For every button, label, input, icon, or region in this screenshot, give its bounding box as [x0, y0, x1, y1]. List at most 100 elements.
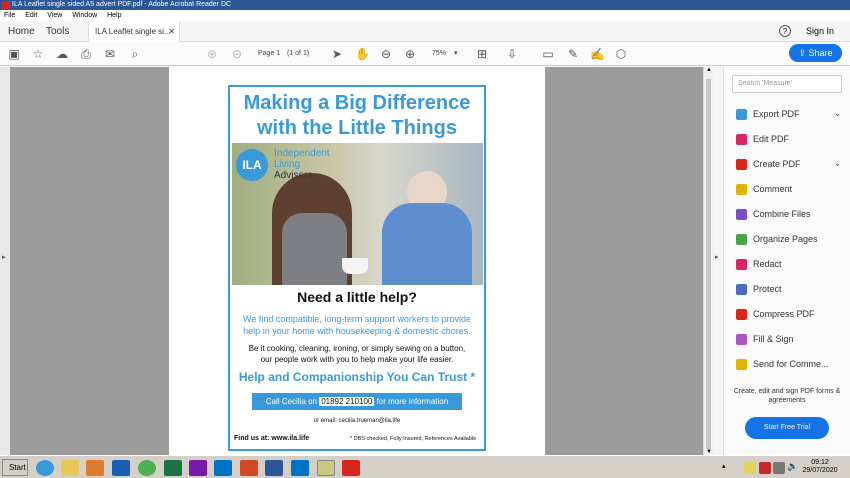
promo-text: Create, edit and sign PDF forms & agreem… — [733, 388, 841, 404]
print-icon[interactable]: ⎙ — [79, 47, 93, 61]
outlook-icon[interactable] — [291, 460, 309, 476]
export-pdf-icon — [736, 109, 747, 121]
tray-expand-icon[interactable]: ▴ — [722, 462, 726, 470]
tool-label: Send for Comme... — [753, 359, 829, 369]
expand-left-icon[interactable]: ▸ — [2, 253, 6, 261]
call-number: 01892 210100 — [319, 397, 375, 406]
sign-in-link[interactable]: Sign In — [806, 26, 834, 36]
tool-comment[interactable]: Comment — [736, 182, 841, 196]
tool-protect[interactable]: Protect — [736, 282, 841, 296]
sign-icon[interactable]: ✍ — [590, 47, 605, 61]
tool-edit-pdf[interactable]: Edit PDF — [736, 132, 841, 146]
ila-logo: ILA — [236, 149, 268, 181]
tool-label: Edit PDF — [753, 134, 790, 144]
search-icon[interactable]: ⌕ — [128, 47, 142, 61]
word-icon[interactable] — [265, 460, 283, 476]
acrobat-app-icon — [2, 1, 10, 9]
black-line-2: our people work with you to help make yo… — [260, 355, 454, 364]
star-icon[interactable]: ☆ — [31, 47, 45, 61]
scroll-mode-icon[interactable]: ⇩ — [505, 47, 519, 61]
select-cursor-icon[interactable]: ➤ — [330, 47, 344, 61]
network-icon[interactable] — [773, 462, 785, 474]
scrollbar-thumb[interactable] — [706, 79, 711, 449]
tray-app-icon[interactable] — [744, 462, 756, 474]
main-toolbar: ▣ ☆ ☁ ⎙ ✉ ⌕ ⊕ ⊖ Page 1 (1 of 1) ➤ ✋ ⊖ ⊕ … — [0, 42, 850, 66]
edit-pdf-icon — [736, 134, 747, 146]
outlook-icon[interactable] — [214, 460, 232, 476]
volume-icon[interactable]: 🔈 — [787, 461, 798, 472]
menu-window[interactable]: Window — [72, 12, 97, 19]
organize-pages-icon — [736, 234, 747, 246]
panel-splitter[interactable]: ▸ — [713, 67, 723, 455]
tab-tools[interactable]: Tools — [46, 21, 69, 42]
more-tools-icon[interactable]: ⬡ — [614, 47, 628, 61]
shield-icon — [736, 284, 747, 296]
excel-icon[interactable] — [164, 460, 182, 476]
tools-search-input[interactable]: Search 'Measure' — [732, 75, 842, 93]
acrobat-icon[interactable] — [342, 460, 360, 476]
vertical-scrollbar[interactable]: ▲ ▼ — [703, 67, 713, 455]
ie-browser-icon[interactable] — [36, 460, 54, 476]
tool-fill-sign[interactable]: Fill & Sign — [736, 332, 841, 346]
comment-icon[interactable]: ▭ — [541, 47, 555, 61]
chrome-icon[interactable] — [138, 460, 156, 476]
leaflet-headline: Making a Big Difference with the Little … — [230, 91, 484, 141]
page-number[interactable]: Page 1 — [258, 48, 280, 60]
leaflet-website: Find us at: www.ila.life — [234, 435, 310, 442]
leaflet-photo: ILA Independent Living Advisers — [232, 143, 483, 285]
tool-label: Redact — [753, 259, 782, 269]
photo-woman-right-body — [382, 203, 472, 285]
tool-combine-files[interactable]: Combine Files — [736, 207, 841, 221]
teamviewer-icon[interactable] — [112, 460, 130, 476]
menu-edit[interactable]: Edit — [25, 12, 37, 19]
file-explorer-icon[interactable] — [61, 460, 79, 476]
leaflet-blue-text: We find compatible, long-term support wo… — [230, 313, 484, 337]
headline-line-2: with the Little Things — [257, 117, 457, 139]
upload-cloud-icon[interactable]: ☁ — [55, 47, 69, 61]
hand-tool-icon[interactable]: ✋ — [355, 47, 370, 61]
tab-home[interactable]: Home — [8, 21, 35, 42]
leaflet-email: or email: cecilia.trueman@ila.life — [313, 418, 401, 424]
tool-organize-pages[interactable]: Organize Pages — [736, 232, 841, 246]
onenote-icon[interactable] — [189, 460, 207, 476]
tool-create-pdf[interactable]: Create PDF ⌄ — [736, 157, 841, 171]
scroll-up-icon[interactable]: ▲ — [706, 67, 712, 73]
collapse-panel-icon[interactable]: ▸ — [715, 253, 719, 261]
start-button[interactable]: Start — [2, 459, 28, 476]
tool-compress-pdf[interactable]: Compress PDF — [736, 307, 841, 321]
zoom-out-icon[interactable]: ⊖ — [379, 47, 393, 61]
zoom-dropdown-icon[interactable]: ▾ — [454, 48, 458, 60]
menu-view[interactable]: View — [47, 12, 62, 19]
system-clock[interactable]: 09:12 29/07/2020 — [800, 459, 840, 475]
blue-line-2: help in your home with housekeeping & do… — [243, 326, 471, 336]
left-nav-strip[interactable]: ▸ — [0, 67, 10, 455]
tab-document[interactable]: ILA Leaflet single si... ✕ — [88, 21, 180, 42]
tool-label: Create PDF — [753, 159, 801, 169]
close-icon[interactable]: ✕ — [168, 21, 175, 42]
media-player-icon[interactable] — [86, 460, 104, 476]
chevron-down-icon[interactable]: ⌄ — [834, 157, 841, 171]
email-icon[interactable]: ✉ — [103, 47, 117, 61]
page-fit-icon[interactable]: ⊞ — [475, 47, 489, 61]
zoom-level[interactable]: 75% — [432, 48, 446, 60]
security-shield-icon[interactable] — [759, 462, 771, 474]
menu-help[interactable]: Help — [107, 12, 121, 19]
page-up-icon[interactable]: ⊕ — [205, 47, 219, 61]
save-icon[interactable]: ▣ — [7, 47, 21, 61]
page-down-icon[interactable]: ⊖ — [230, 47, 244, 61]
start-free-trial-button[interactable]: Start Free Trial — [745, 417, 829, 439]
chevron-down-icon[interactable]: ⌄ — [834, 107, 841, 121]
tool-send-for-comments[interactable]: Send for Comme... — [736, 357, 841, 371]
share-button[interactable]: ⇪ Share — [789, 44, 842, 62]
clock-time: 09:12 — [811, 459, 829, 466]
tab-document-label: ILA Leaflet single si... — [95, 27, 171, 36]
highlight-pen-icon[interactable]: ✎ — [566, 47, 580, 61]
tool-export-pdf[interactable]: Export PDF ⌄ — [736, 107, 841, 121]
help-icon[interactable]: ? — [779, 25, 791, 37]
menu-file[interactable]: File — [4, 12, 15, 19]
photo-woman-left-top — [282, 213, 347, 285]
notebook-icon[interactable] — [317, 460, 335, 476]
tool-redact[interactable]: Redact — [736, 257, 841, 271]
zoom-in-icon[interactable]: ⊕ — [403, 47, 417, 61]
powerpoint-icon[interactable] — [240, 460, 258, 476]
